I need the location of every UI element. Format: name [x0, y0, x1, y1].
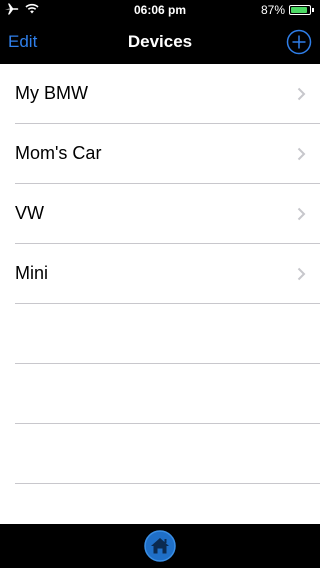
device-row[interactable]: Mini: [0, 244, 320, 304]
chevron-right-icon: [297, 147, 306, 161]
add-device-button[interactable]: [286, 29, 312, 55]
home-button[interactable]: [144, 530, 176, 562]
empty-row: [0, 424, 320, 484]
chevron-right-icon: [297, 87, 306, 101]
chevron-right-icon: [297, 267, 306, 281]
nav-bar: Edit Devices: [0, 20, 320, 64]
battery-percentage: 87%: [260, 3, 285, 17]
devices-screen: 06:06 pm 87% Edit Devices My BMW Mom's Ca…: [0, 0, 320, 568]
home-icon: [144, 530, 176, 562]
chevron-right-icon: [297, 207, 306, 221]
device-list: My BMW Mom's Car VW Mini: [0, 64, 320, 524]
plus-circle-icon: [286, 29, 312, 55]
device-name: Mom's Car: [15, 143, 102, 163]
tab-bar: [0, 524, 320, 568]
status-right: 87%: [261, 2, 314, 18]
empty-row: [0, 484, 320, 524]
status-bar: 06:06 pm 87%: [0, 0, 320, 20]
empty-row: [0, 364, 320, 424]
device-name: My BMW: [15, 83, 88, 103]
device-name: Mini: [15, 263, 49, 283]
battery-icon: [289, 5, 311, 15]
device-row[interactable]: Mom's Car: [0, 124, 320, 184]
battery-fill: [291, 7, 307, 13]
page-title: Devices: [127, 32, 193, 51]
empty-row: [0, 304, 320, 364]
device-row[interactable]: My BMW: [0, 64, 320, 124]
battery-tip: [312, 8, 314, 12]
device-row[interactable]: VW: [0, 184, 320, 244]
device-name: VW: [15, 203, 44, 223]
